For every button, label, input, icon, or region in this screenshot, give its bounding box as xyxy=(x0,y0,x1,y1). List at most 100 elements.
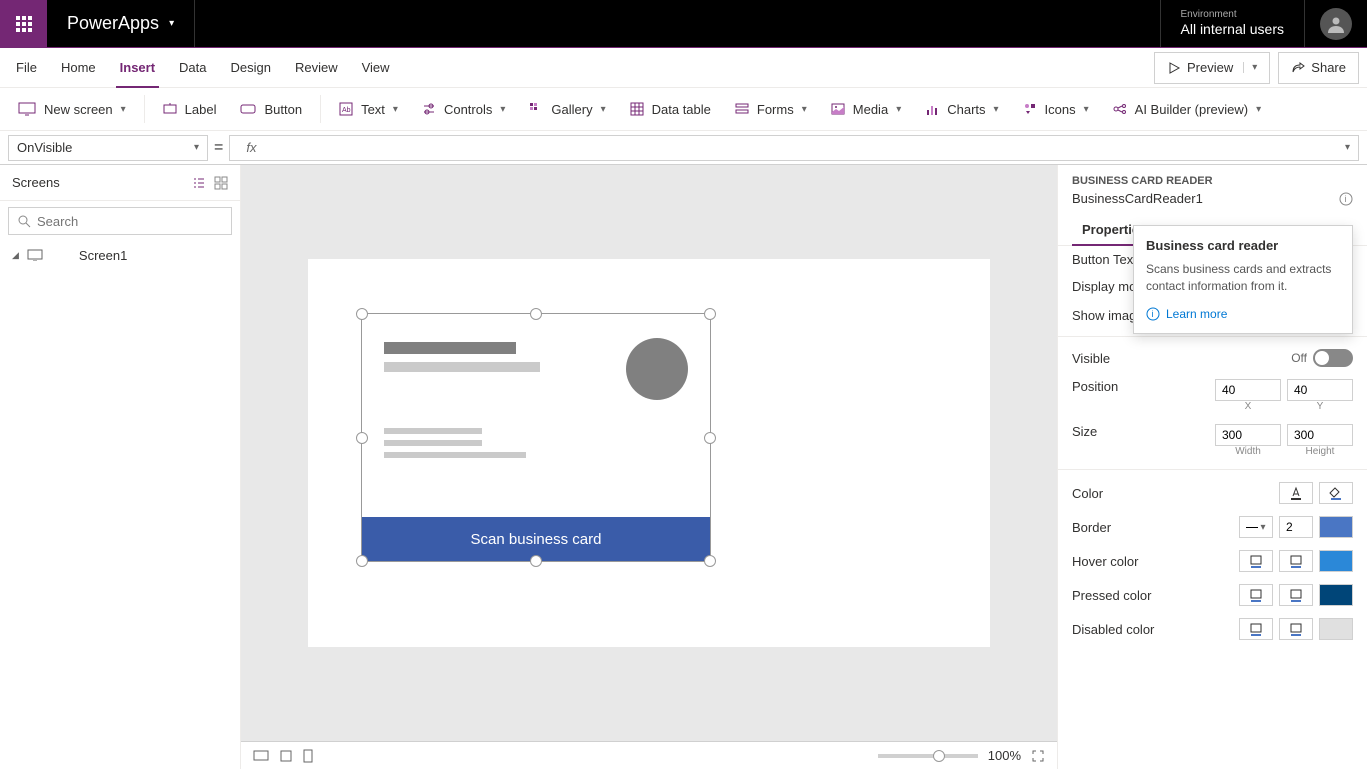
fit-to-screen-icon[interactable] xyxy=(1031,749,1045,763)
learn-more-label: Learn more xyxy=(1166,307,1227,321)
position-y-input[interactable] xyxy=(1287,379,1353,401)
forms-label: Forms xyxy=(757,102,794,117)
canvas-screen[interactable]: Scan business card xyxy=(308,259,990,647)
disabled-border-color[interactable] xyxy=(1279,618,1313,640)
ribbon-media[interactable]: Media ▾ xyxy=(821,93,911,125)
info-tooltip: Business card reader Scans business card… xyxy=(1133,225,1353,334)
ribbon-gallery[interactable]: Gallery ▾ xyxy=(519,93,615,125)
menu-file[interactable]: File xyxy=(4,48,49,88)
device-desktop-icon[interactable] xyxy=(253,750,269,762)
info-icon: i xyxy=(1146,307,1160,321)
prop-hover-color-label: Hover color xyxy=(1072,554,1138,569)
card-placeholder-bar xyxy=(384,452,526,458)
svg-text:i: i xyxy=(1152,309,1154,319)
search-icon xyxy=(17,214,31,228)
hover-fill-swatch[interactable] xyxy=(1319,550,1353,572)
ribbon-data-table[interactable]: Data table xyxy=(620,93,721,125)
border-color-icon xyxy=(1249,588,1263,602)
screen-name: Screen1 xyxy=(79,248,127,263)
info-icon[interactable]: i xyxy=(1339,192,1353,206)
visible-toggle[interactable] xyxy=(1313,349,1353,367)
ribbon-label[interactable]: Label xyxy=(153,93,227,125)
text-color-button[interactable] xyxy=(1279,482,1313,504)
property-dropdown[interactable]: OnVisible ▾ xyxy=(8,135,208,161)
formula-input[interactable]: fx ▾ xyxy=(229,135,1359,161)
formula-bar: OnVisible ▾ = fx ▾ xyxy=(0,131,1367,165)
chevron-down-icon: ▾ xyxy=(1256,104,1261,115)
border-color-icon xyxy=(1249,622,1263,636)
tree-item-screen1[interactable]: ◢ Screen1 xyxy=(0,241,240,269)
resize-handle-se[interactable] xyxy=(704,555,716,567)
environment-label: Environment xyxy=(1181,9,1285,21)
new-screen-label: New screen xyxy=(44,102,113,117)
border-color-icon xyxy=(1289,554,1303,568)
property-value: OnVisible xyxy=(17,140,72,155)
svg-text:i: i xyxy=(1345,194,1347,204)
ribbon-icons[interactable]: Icons ▾ xyxy=(1013,93,1099,125)
tooltip-description: Scans business cards and extracts contac… xyxy=(1146,261,1340,295)
position-x-input[interactable] xyxy=(1215,379,1281,401)
border-color-icon xyxy=(1289,588,1303,602)
zoom-slider-thumb[interactable] xyxy=(933,750,945,762)
share-button[interactable]: Share xyxy=(1278,52,1359,84)
size-height-input[interactable] xyxy=(1287,424,1353,446)
ribbon-charts[interactable]: Charts ▾ xyxy=(915,93,1008,125)
waffle-icon xyxy=(16,16,32,32)
menu-design[interactable]: Design xyxy=(219,48,283,88)
border-style-select[interactable]: ▾ xyxy=(1239,516,1273,538)
resize-handle-sw[interactable] xyxy=(356,555,368,567)
app-title[interactable]: PowerApps ▾ xyxy=(47,13,194,34)
menu-insert[interactable]: Insert xyxy=(108,48,167,88)
hover-border-color[interactable] xyxy=(1279,550,1313,572)
card-placeholder-bar xyxy=(384,440,482,446)
chevron-down-icon: ▾ xyxy=(194,142,199,153)
search-box[interactable] xyxy=(8,207,232,235)
menu-view[interactable]: View xyxy=(350,48,402,88)
ribbon-ai-builder[interactable]: AI Builder (preview) ▾ xyxy=(1103,93,1271,125)
panel-subtitle: BusinessCardReader1 xyxy=(1072,191,1203,206)
canvas-status-bar: 100% xyxy=(241,741,1057,769)
menu-review[interactable]: Review xyxy=(283,48,350,88)
hover-text-color[interactable] xyxy=(1239,550,1273,572)
prop-color-label: Color xyxy=(1072,486,1103,501)
prop-visible-label: Visible xyxy=(1072,351,1110,366)
user-avatar[interactable] xyxy=(1320,8,1352,40)
chevron-down-icon[interactable]: ▾ xyxy=(1243,62,1257,73)
device-phone-icon[interactable] xyxy=(303,749,313,763)
pressed-fill-swatch[interactable] xyxy=(1319,584,1353,606)
device-tablet-icon[interactable] xyxy=(279,750,293,762)
ribbon: New screen ▾ Label Button Ab Text ▾ Cont… xyxy=(0,88,1367,131)
search-input[interactable] xyxy=(37,214,223,229)
collapse-icon[interactable]: ◢ xyxy=(12,250,19,261)
equals-label: = xyxy=(214,139,223,157)
zoom-slider[interactable] xyxy=(878,754,978,758)
learn-more-link[interactable]: i Learn more xyxy=(1146,307,1340,321)
menu-home[interactable]: Home xyxy=(49,48,108,88)
pressed-border-color[interactable] xyxy=(1279,584,1313,606)
icons-icon xyxy=(1023,102,1037,116)
tree-view-icon[interactable] xyxy=(192,176,206,190)
app-launcher-button[interactable] xyxy=(0,0,47,47)
border-color-icon xyxy=(1289,622,1303,636)
resize-handle-s[interactable] xyxy=(530,555,542,567)
disabled-text-color[interactable] xyxy=(1239,618,1273,640)
border-width-input[interactable] xyxy=(1279,516,1313,538)
ribbon-new-screen[interactable]: New screen ▾ xyxy=(8,93,136,125)
ribbon-text[interactable]: Ab Text ▾ xyxy=(329,93,408,125)
chevron-down-icon[interactable]: ▾ xyxy=(1345,142,1350,153)
preview-button[interactable]: Preview ▾ xyxy=(1154,52,1270,84)
disabled-fill-swatch[interactable] xyxy=(1319,618,1353,640)
ribbon-forms[interactable]: Forms ▾ xyxy=(725,93,817,125)
pressed-text-color[interactable] xyxy=(1239,584,1273,606)
size-width-input[interactable] xyxy=(1215,424,1281,446)
border-color-swatch[interactable] xyxy=(1319,516,1353,538)
canvas-viewport[interactable]: Scan business card xyxy=(241,165,1057,741)
menu-data[interactable]: Data xyxy=(167,48,218,88)
ribbon-button[interactable]: Button xyxy=(230,93,312,125)
environment-selector[interactable]: Environment All internal users xyxy=(1161,9,1305,38)
business-card-reader-control[interactable]: Scan business card xyxy=(361,313,711,562)
fill-color-button[interactable] xyxy=(1319,482,1353,504)
ribbon-controls[interactable]: Controls ▾ xyxy=(412,93,515,125)
ai-builder-label: AI Builder (preview) xyxy=(1135,102,1248,117)
grid-view-icon[interactable] xyxy=(214,176,228,190)
